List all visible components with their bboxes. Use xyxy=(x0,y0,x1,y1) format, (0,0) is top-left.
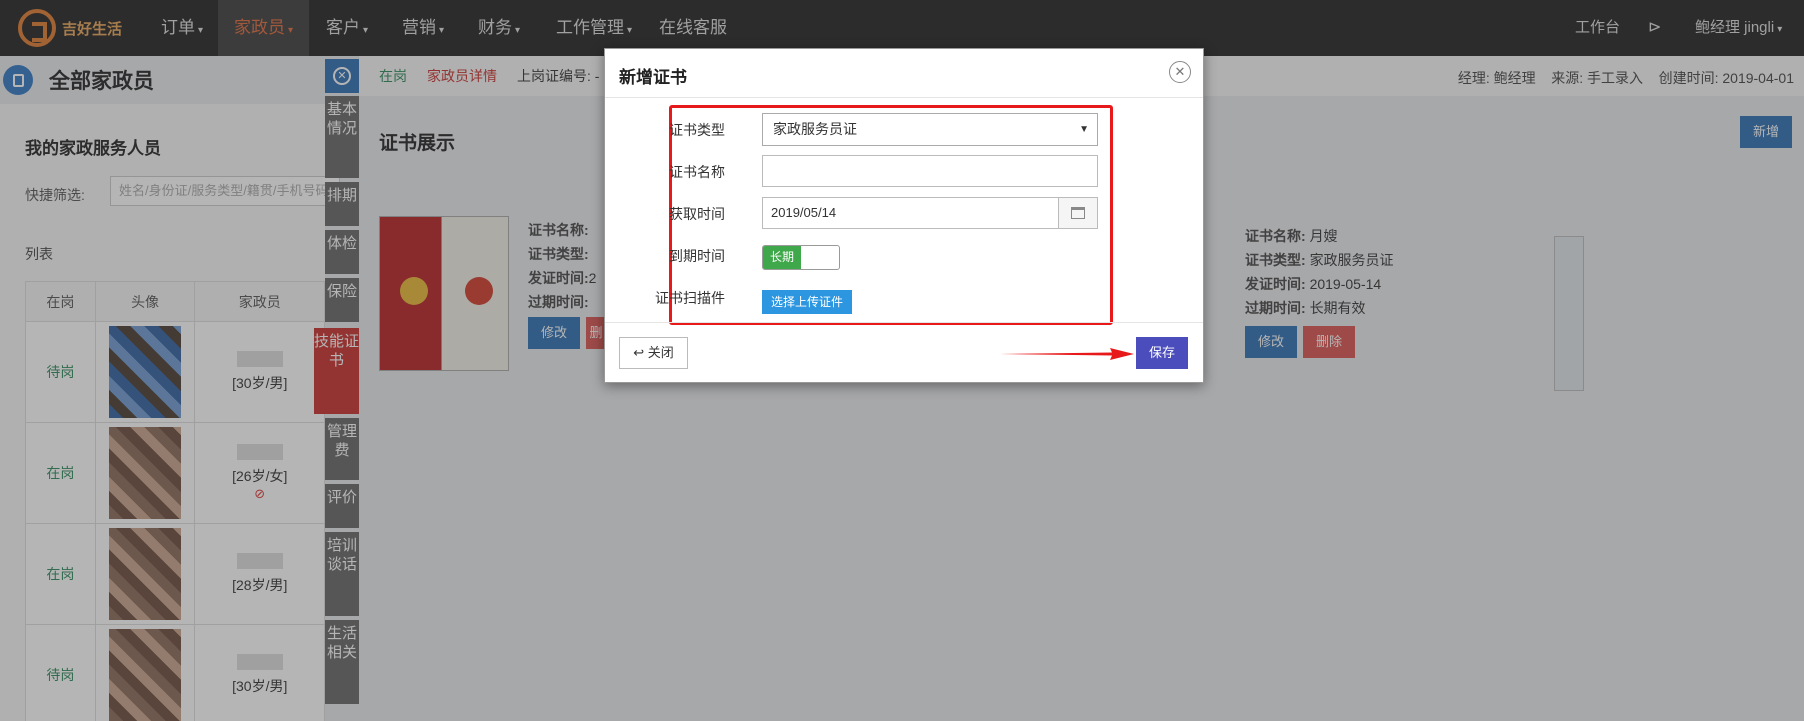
modal-title: 新增证书 xyxy=(619,68,687,87)
reply-arrow-icon: ↩ xyxy=(633,345,645,360)
close-icon[interactable]: ✕ xyxy=(1169,61,1191,83)
upload-certificate-button[interactable]: 选择上传证件 xyxy=(762,290,852,314)
obtain-date-label: 获取时间 xyxy=(669,206,725,222)
scan-label: 证书扫描件 xyxy=(655,290,725,306)
calendar-icon xyxy=(1071,207,1085,219)
obtain-date-input[interactable]: 2019/05/14 xyxy=(762,197,1059,229)
cert-type-label: 证书类型 xyxy=(669,122,725,138)
arrow-annotation-icon xyxy=(1000,348,1134,360)
close-button[interactable]: ↩ 关闭 xyxy=(619,337,688,369)
long-term-toggle[interactable]: 长期 xyxy=(762,245,840,270)
cert-name-input[interactable] xyxy=(762,155,1098,187)
calendar-button[interactable] xyxy=(1058,197,1098,229)
cert-type-select[interactable]: 家政服务员证 ▼ xyxy=(762,113,1098,146)
save-button[interactable]: 保存 xyxy=(1136,337,1188,369)
cert-name-label: 证书名称 xyxy=(669,164,725,180)
expire-date-label: 到期时间 xyxy=(669,248,725,264)
modal-header: 新增证书 ✕ xyxy=(605,49,1203,98)
toggle-on-label: 长期 xyxy=(763,246,801,269)
add-certificate-modal: 新增证书 ✕ 证书类型 家政服务员证 ▼ 证书名称 获取时间 2019/05/1… xyxy=(604,48,1204,383)
caret-down-icon: ▼ xyxy=(1079,124,1089,135)
